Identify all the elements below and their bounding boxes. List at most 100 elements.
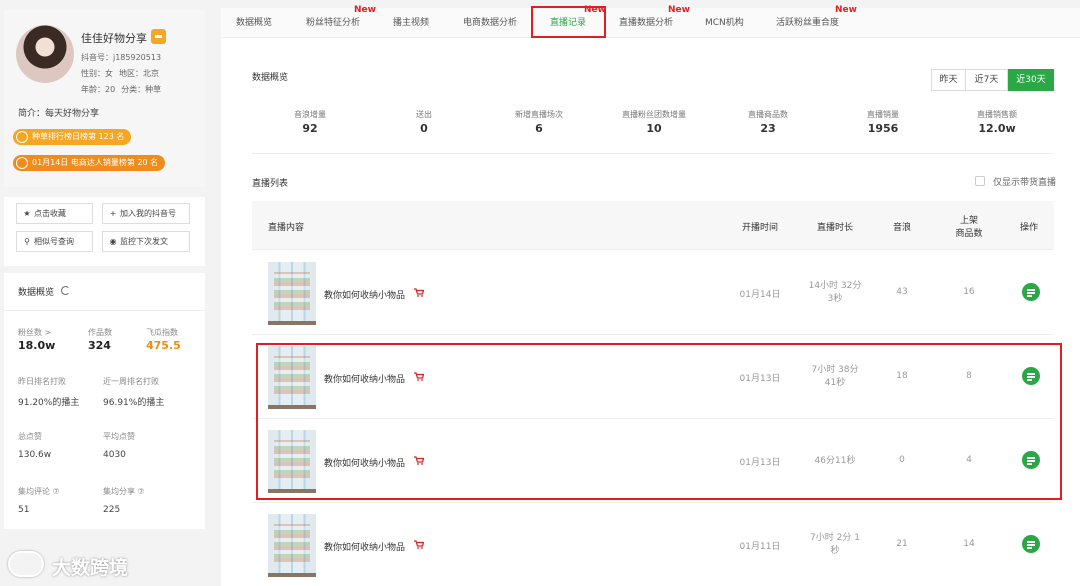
- tab-ecommerce[interactable]: 电商数据分析: [463, 8, 517, 38]
- crown-icon: [16, 131, 28, 143]
- table-row[interactable]: 教你如何收纳小物品 01月14日 14小时 32分 3秒 43 16: [252, 251, 1054, 335]
- metric-value: 92: [302, 122, 318, 135]
- search-icon: ⚲: [24, 237, 30, 246]
- cart-icon: [414, 540, 424, 549]
- comments-label: 集均评论 ⑦: [18, 487, 60, 496]
- sound-wave-value: 21: [896, 539, 908, 549]
- col-start-time: 开播时间: [741, 223, 778, 233]
- col-action: 操作: [1019, 223, 1038, 233]
- col-duration: 直播时长: [816, 223, 853, 233]
- eye-icon: ◉: [109, 237, 117, 246]
- tab-fans-analysis[interactable]: 粉丝特征分析: [306, 8, 360, 38]
- category: 分类：种草: [121, 85, 162, 94]
- intro: 简介：每天好物分享: [18, 109, 100, 119]
- only-sales-live-checkbox[interactable]: [975, 176, 985, 186]
- favorite-button[interactable]: ★ 点击收藏: [16, 203, 93, 224]
- metric-value: 23: [760, 122, 776, 135]
- live-thumbnail[interactable]: [268, 262, 316, 325]
- goods-count-value: 16: [963, 287, 975, 297]
- watermark-logo-icon: [8, 551, 44, 577]
- overview-title: 数据概览: [252, 73, 289, 83]
- metric-label: 直播销售额: [977, 110, 1017, 119]
- detail-list-icon[interactable]: [1022, 283, 1040, 301]
- table-row[interactable]: 教你如何收纳小物品 01月11日 7小时 2分 1 秒 21 14: [252, 503, 1054, 586]
- profile-sidebar: 佳佳好物分享 抖音号：j185920513 性别：女 地区：北京 年龄：20 分类：…: [4, 10, 206, 530]
- avg-likes-value: 4030: [103, 450, 126, 460]
- range-30days[interactable]: 近30天: [1008, 69, 1054, 91]
- monitor-button[interactable]: ◉ 监控下次发文: [102, 231, 190, 252]
- metric-value: 1956: [867, 122, 899, 135]
- week-rank-value: 96.91%的播主: [103, 398, 165, 408]
- tab-videos[interactable]: 播主视频: [393, 8, 429, 38]
- yesterday-rank-label: 昨日排名打败: [18, 377, 66, 386]
- similar-search-button[interactable]: ⚲ 相似号查询: [16, 231, 93, 252]
- duration-line2: 秒: [830, 546, 840, 556]
- region: 地区：北京: [119, 69, 159, 78]
- douyin-id: 抖音号：j185920513: [81, 53, 162, 62]
- likes-value: 130.6w: [18, 450, 52, 460]
- shares-label: 集均分享 ⑦: [103, 487, 145, 496]
- avatar[interactable]: [16, 25, 74, 83]
- fans-label[interactable]: 粉丝数 >: [18, 327, 51, 338]
- metric-value: 6: [535, 122, 543, 135]
- range-7days[interactable]: 近7天: [965, 69, 1008, 91]
- monitor-label: 监控下次发文: [120, 237, 168, 246]
- likes-label: 总点赞: [18, 432, 42, 441]
- add-account-label: 加入我的抖音号: [120, 209, 176, 218]
- sound-wave-value: 43: [896, 287, 908, 297]
- metric-value: 12.0w: [978, 122, 1016, 135]
- live-title[interactable]: 教你如何收纳小物品: [324, 540, 405, 553]
- new-tag: New: [668, 5, 690, 15]
- refresh-icon[interactable]: [61, 286, 70, 295]
- yesterday-rank-value: 91.20%的播主: [18, 398, 80, 408]
- index-label: 飞瓜指数: [146, 328, 178, 337]
- account-badge-icon: [151, 29, 166, 44]
- col-goods-count: 商品数: [955, 229, 983, 239]
- start-time: 01月11日: [739, 542, 781, 552]
- shares-value: 225: [103, 505, 121, 515]
- stats-title: 数据概览: [18, 288, 55, 298]
- tab-overview[interactable]: 数据概览: [236, 8, 272, 38]
- rows-highlight-box: [256, 343, 1062, 500]
- rank-badge-ecommerce[interactable]: 01月14日 电商达人销量榜第 20 名: [13, 155, 166, 171]
- tab-live-analysis[interactable]: 直播数据分析: [619, 8, 673, 38]
- live-thumbnail[interactable]: [268, 514, 316, 577]
- goods-count-value: 14: [963, 539, 975, 549]
- range-yesterday[interactable]: 昨天: [931, 69, 966, 91]
- metric-label: 直播销量: [867, 110, 899, 119]
- account-name: 佳佳好物分享: [81, 32, 147, 45]
- live-title[interactable]: 教你如何收纳小物品: [324, 288, 405, 301]
- action-buttons: ★ 点击收藏 + 加入我的抖音号 ⚲ 相似号查询 ◉ 监控下次发文: [4, 197, 205, 266]
- detail-list-icon[interactable]: [1022, 535, 1040, 553]
- rank-badge-ecommerce-label: 01月14日 电商达人销量榜第 20 名: [32, 158, 159, 167]
- new-tag: New: [835, 5, 857, 15]
- age: 年龄：20: [81, 85, 116, 94]
- profile-card: 佳佳好物分享 抖音号：j185920513 性别：女 地区：北京 年龄：20 分类：…: [4, 10, 205, 187]
- col-sound-wave: 音浪: [892, 223, 911, 233]
- gender-region: 性别：女 地区：北京: [81, 68, 159, 79]
- favorite-label: 点击收藏: [34, 209, 66, 218]
- only-sales-live-label[interactable]: 仅显示带货直播: [993, 175, 1056, 188]
- duration-line2: 3秒: [827, 294, 843, 304]
- rank-badge-daily[interactable]: 种草排行榜日榜第 123 名: [13, 129, 132, 145]
- works-value: 324: [88, 339, 111, 352]
- avg-likes-label: 平均点赞: [103, 432, 135, 441]
- table-header: 直播内容 开播时间 直播时长 音浪 上架 商品数 操作: [252, 201, 1054, 250]
- metric-label: 送出: [416, 110, 432, 119]
- plus-icon: +: [109, 209, 117, 218]
- metric-label: 新增直播场次: [515, 110, 563, 119]
- watermark-text: 大数跨境: [52, 557, 129, 579]
- duration-line1: 14小时 32分: [808, 281, 862, 291]
- similar-search-label: 相似号查询: [34, 237, 74, 246]
- add-account-button[interactable]: + 加入我的抖音号: [102, 203, 190, 224]
- tab-fan-overlap[interactable]: 活跃粉丝重合度: [776, 8, 839, 38]
- col-content: 直播内容: [268, 223, 305, 233]
- fans-value: 18.0w: [18, 339, 56, 352]
- shop-icon: [16, 157, 28, 169]
- gender: 性别：女: [81, 69, 113, 78]
- works-label: 作品数: [88, 328, 112, 337]
- new-tag: New: [354, 5, 376, 15]
- live-list-title: 直播列表: [252, 179, 289, 189]
- rank-badge-daily-label: 种草排行榜日榜第 123 名: [32, 132, 125, 141]
- tab-mcn[interactable]: MCN机构: [705, 8, 744, 38]
